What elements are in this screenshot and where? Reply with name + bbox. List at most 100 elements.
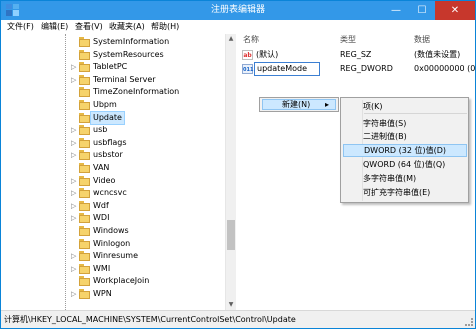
tree-item[interactable]: VAN xyxy=(1,162,226,174)
expand-arrow-icon[interactable]: ▷ xyxy=(71,213,79,223)
scrollbar-thumb[interactable] xyxy=(227,220,235,250)
tree-item-label: Winlogon xyxy=(93,238,131,248)
tree-item[interactable]: ▷ wcncsvc xyxy=(1,187,226,199)
expand-arrow-icon[interactable]: ▷ xyxy=(71,264,79,274)
tree-item[interactable]: Update xyxy=(1,110,226,125)
tree-item[interactable]: ▷ WDI xyxy=(1,212,226,224)
expand-arrow-icon[interactable] xyxy=(71,87,79,97)
resize-grip-icon[interactable] xyxy=(465,318,473,326)
submenu-item-key[interactable]: 项(K) xyxy=(343,100,467,113)
expand-arrow-icon[interactable]: ▷ xyxy=(71,75,79,85)
value-data: 0x00000000 (0) xyxy=(414,64,475,73)
expand-arrow-icon[interactable]: ▷ xyxy=(71,150,79,160)
tree-item-label: usb xyxy=(93,125,108,135)
tree-item[interactable]: TimeZoneInformation xyxy=(1,86,226,98)
scroll-up-arrow-icon[interactable]: ▲ xyxy=(226,34,236,44)
scroll-down-arrow-icon[interactable]: ▼ xyxy=(226,300,236,310)
expand-arrow-icon[interactable]: ▷ xyxy=(71,201,79,211)
tree-item[interactable]: SystemInformation xyxy=(1,36,226,48)
tree-item[interactable]: Windows xyxy=(1,225,226,237)
close-button[interactable]: ✕ xyxy=(435,1,475,20)
folder-icon xyxy=(79,150,91,161)
expand-arrow-icon[interactable] xyxy=(71,239,79,249)
rename-input[interactable]: updateMode xyxy=(254,62,320,76)
tree-item[interactable]: ▷ Terminal Server xyxy=(1,74,226,86)
expand-arrow-icon[interactable]: ▷ xyxy=(71,188,79,198)
tree-item[interactable]: ▷ Video xyxy=(1,175,226,187)
expand-arrow-icon[interactable] xyxy=(71,276,79,286)
submenu-item-expandable-string[interactable]: 可扩充字符串值(E) xyxy=(343,186,467,199)
menu-help[interactable]: 帮助(H) xyxy=(151,21,179,33)
tree-item[interactable]: ▷ usb xyxy=(1,124,226,136)
menu-bar: 文件(F) 编辑(E) 查看(V) 收藏夹(A) 帮助(H) xyxy=(1,20,475,34)
submenu-arrow-icon: ▸ xyxy=(324,100,329,109)
expand-arrow-icon[interactable] xyxy=(71,113,79,123)
expand-arrow-icon[interactable] xyxy=(71,163,79,173)
value-row-default[interactable]: ab (默认) REG_SZ (数值未设置) xyxy=(237,48,475,62)
new-menu-item[interactable]: 新建(N) ▸ xyxy=(262,99,336,110)
folder-icon xyxy=(79,37,91,47)
status-bar: 计算机\HKEY_LOCAL_MACHINE\SYSTEM\CurrentCon… xyxy=(1,310,475,328)
expand-arrow-icon[interactable]: ▷ xyxy=(71,251,79,261)
submenu-item-qword[interactable]: QWORD (64 位)值(Q) xyxy=(343,158,467,171)
tree-item-label: SystemInformation xyxy=(93,37,170,46)
string-value-icon: ab xyxy=(242,50,253,60)
tree-item[interactable]: ▷ TabletPC xyxy=(1,61,226,73)
folder-icon xyxy=(79,175,91,186)
expand-arrow-icon[interactable]: ▷ xyxy=(71,62,79,72)
value-data: (数值未设置) xyxy=(414,50,461,59)
minimize-button[interactable]: — xyxy=(383,1,409,20)
tree-item-label: Wdf xyxy=(93,200,109,210)
column-header-data[interactable]: 数据 xyxy=(414,34,430,46)
new-menu-label: 新建(N) xyxy=(282,100,311,109)
tree-item-label: SystemResources xyxy=(93,49,164,59)
tree-item[interactable]: WorkplaceJoin xyxy=(1,275,226,287)
tree-item[interactable]: ▷ WMI xyxy=(1,263,226,275)
folder-icon xyxy=(79,251,91,262)
expand-arrow-icon[interactable] xyxy=(71,226,79,236)
tree-item-label: WPN xyxy=(93,289,112,298)
tree-item-label: TimeZoneInformation xyxy=(93,87,180,97)
column-header-name[interactable]: 名称 xyxy=(243,34,259,46)
maximize-button[interactable]: ☐ xyxy=(409,1,435,20)
submenu-item-binary[interactable]: 二进制值(B) xyxy=(343,130,467,143)
expand-arrow-icon[interactable]: ▷ xyxy=(71,125,79,135)
tree-item-label: wcncsvc xyxy=(93,188,127,198)
tree-item[interactable]: ▷ Winresume xyxy=(1,250,226,262)
expand-arrow-icon[interactable] xyxy=(71,37,79,47)
tree-item[interactable]: SystemResources xyxy=(1,49,226,61)
new-submenu: 项(K) 字符串值(S) 二进制值(B) DWORD (32 位)值(D) QW… xyxy=(340,97,469,203)
title-bar[interactable]: 注册表编辑器 — ☐ ✕ xyxy=(1,1,475,20)
menu-file[interactable]: 文件(F) xyxy=(7,21,34,33)
tree-scrollbar[interactable]: ▲ ▼ xyxy=(225,34,236,310)
submenu-item-multi-string[interactable]: 多字符串值(M) xyxy=(343,172,467,185)
expand-arrow-icon[interactable] xyxy=(71,100,79,110)
expand-arrow-icon[interactable]: ▷ xyxy=(71,138,79,148)
expand-arrow-icon[interactable]: ▷ xyxy=(71,176,79,186)
folder-icon xyxy=(79,74,91,85)
expand-arrow-icon[interactable]: ▷ xyxy=(71,289,79,299)
tree-item[interactable]: ▷ usbstor xyxy=(1,149,226,161)
menu-view[interactable]: 查看(V) xyxy=(75,21,103,33)
value-type: REG_DWORD xyxy=(340,64,393,73)
tree-item[interactable]: Winlogon xyxy=(1,238,226,250)
tree-item-label: VAN xyxy=(93,163,110,172)
expand-arrow-icon[interactable] xyxy=(71,50,79,60)
tree-item-label: WMI xyxy=(93,263,111,273)
submenu-item-string[interactable]: 字符串值(S) xyxy=(343,117,467,130)
menu-separator xyxy=(364,113,467,114)
folder-icon xyxy=(79,62,91,73)
tree-item[interactable]: ▷ Wdf xyxy=(1,200,226,212)
value-name: (默认) xyxy=(256,50,279,59)
tree-item[interactable]: ▷ usbflags xyxy=(1,137,226,149)
tree-item[interactable]: Ubpm xyxy=(1,99,226,111)
menu-favorites[interactable]: 收藏夹(A) xyxy=(109,21,145,33)
menu-edit[interactable]: 编辑(E) xyxy=(41,21,68,33)
column-header-type[interactable]: 类型 xyxy=(340,34,356,46)
context-menu: 新建(N) ▸ xyxy=(259,97,339,112)
submenu-item-dword[interactable]: DWORD (32 位)值(D) xyxy=(343,144,467,157)
key-tree-pane[interactable]: SystemInformation SystemResources ▷ TabletP… xyxy=(1,34,236,310)
value-row-updatemode[interactable]: 011 updateMode REG_DWORD 0x00000000 (0) xyxy=(237,62,475,76)
tree-item[interactable]: ▷ WPN xyxy=(1,288,226,300)
folder-icon xyxy=(79,49,91,60)
